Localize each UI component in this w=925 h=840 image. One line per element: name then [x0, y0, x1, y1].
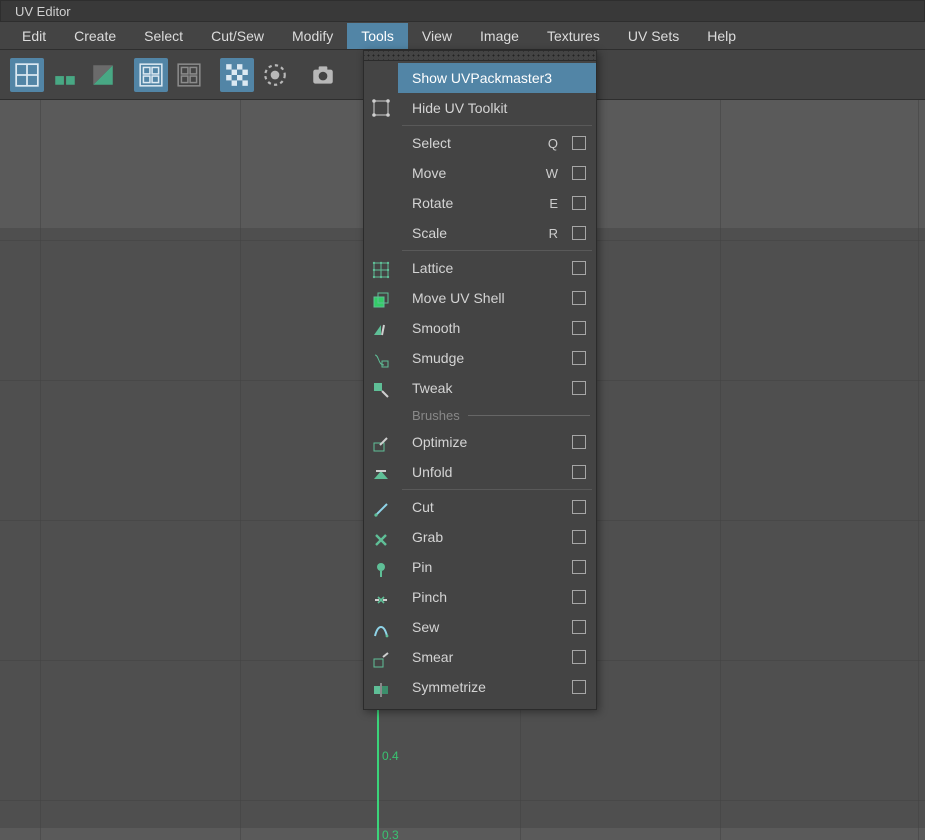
menu-tool-pin[interactable]: Pin — [398, 552, 596, 582]
option-box[interactable] — [572, 381, 586, 395]
menu-separator — [402, 250, 592, 251]
smear-icon — [364, 645, 398, 675]
menu-cutsew[interactable]: Cut/Sew — [197, 23, 278, 49]
menu-view[interactable]: View — [408, 23, 466, 49]
menu-image[interactable]: Image — [466, 23, 533, 49]
menu-tool-pinch[interactable]: Pinch — [398, 582, 596, 612]
menu-show-uvpackmaster[interactable]: Show UVPackmaster3 — [398, 63, 596, 93]
menu-separator — [402, 489, 592, 490]
option-box[interactable] — [572, 620, 586, 634]
option-box[interactable] — [572, 435, 586, 449]
menu-modify[interactable]: Modify — [278, 23, 347, 49]
menu-hide-uv-toolkit[interactable]: Hide UV Toolkit — [398, 93, 596, 123]
shortcut-label: Q — [548, 136, 558, 151]
symmetrize-icon — [364, 675, 398, 705]
tb-uv-checker-icon[interactable] — [220, 58, 254, 92]
option-box[interactable] — [572, 530, 586, 544]
tb-uv-grid-3-icon[interactable] — [86, 58, 120, 92]
option-box[interactable] — [572, 351, 586, 365]
tweak-icon — [364, 375, 398, 405]
tb-uv-grid-2-icon[interactable] — [48, 58, 82, 92]
menubar: Edit Create Select Cut/Sew Modify Tools … — [0, 22, 925, 50]
option-box[interactable] — [572, 321, 586, 335]
option-box[interactable] — [572, 196, 586, 210]
uv-axis-label: 0.3 — [382, 828, 399, 840]
menu-create[interactable]: Create — [60, 23, 130, 49]
lattice-icon — [364, 255, 398, 285]
menu-select[interactable]: Select — [130, 23, 197, 49]
tb-uv-tile-toggle-icon[interactable] — [134, 58, 168, 92]
sew-icon — [364, 615, 398, 645]
lattice-small-icon — [364, 93, 398, 123]
option-box[interactable] — [572, 261, 586, 275]
menu-tool-move[interactable]: Move W — [398, 158, 596, 188]
menu-tool-lattice[interactable]: Lattice — [398, 253, 596, 283]
option-box[interactable] — [572, 680, 586, 694]
window-titlebar: UV Editor — [0, 0, 925, 22]
smudge-icon — [364, 345, 398, 375]
menu-edit[interactable]: Edit — [8, 23, 60, 49]
move-shell-icon — [364, 285, 398, 315]
tb-uv-tile-off-icon[interactable] — [172, 58, 206, 92]
menu-tool-tweak[interactable]: Tweak — [398, 373, 596, 403]
tb-isolate-select-icon[interactable] — [258, 58, 292, 92]
option-box[interactable] — [572, 226, 586, 240]
menu-tool-select[interactable]: Select Q — [398, 128, 596, 158]
dropdown-icon-column — [364, 63, 398, 705]
shortcut-label: W — [546, 166, 558, 181]
grab-icon — [364, 525, 398, 555]
menu-help[interactable]: Help — [693, 23, 750, 49]
option-box[interactable] — [572, 500, 586, 514]
menu-separator — [402, 125, 592, 126]
smooth-icon — [364, 315, 398, 345]
optimize-icon — [364, 429, 398, 459]
option-box[interactable] — [572, 650, 586, 664]
menu-tool-symmetrize[interactable]: Symmetrize — [398, 672, 596, 702]
tb-snapshot-icon[interactable] — [306, 58, 340, 92]
menu-tools[interactable]: Tools — [347, 23, 408, 49]
pin-icon — [364, 555, 398, 585]
menu-tool-cut[interactable]: Cut — [398, 492, 596, 522]
uv-axis-label: 0.4 — [382, 749, 399, 763]
window-title: UV Editor — [15, 4, 71, 19]
menu-tool-smear[interactable]: Smear — [398, 642, 596, 672]
dropdown-tear-off-handle[interactable] — [364, 51, 596, 61]
option-box[interactable] — [572, 136, 586, 150]
menu-tool-sew[interactable]: Sew — [398, 612, 596, 642]
option-box[interactable] — [572, 465, 586, 479]
tools-dropdown: Show UVPackmaster3 Hide UV Toolkit Selec… — [363, 50, 597, 710]
menu-uvsets[interactable]: UV Sets — [614, 23, 693, 49]
menu-tool-rotate[interactable]: Rotate E — [398, 188, 596, 218]
menu-section-brushes: Brushes — [398, 403, 596, 427]
cut-icon — [364, 495, 398, 525]
shortcut-label: E — [549, 196, 558, 211]
menu-tool-smooth[interactable]: Smooth — [398, 313, 596, 343]
option-box[interactable] — [572, 291, 586, 305]
menu-tool-unfold[interactable]: Unfold — [398, 457, 596, 487]
tb-uv-grid-1-icon[interactable] — [10, 58, 44, 92]
menu-tool-move-uv-shell[interactable]: Move UV Shell — [398, 283, 596, 313]
pinch-icon — [364, 585, 398, 615]
menu-tool-grab[interactable]: Grab — [398, 522, 596, 552]
option-box[interactable] — [572, 166, 586, 180]
option-box[interactable] — [572, 590, 586, 604]
menu-tool-optimize[interactable]: Optimize — [398, 427, 596, 457]
menu-tool-scale[interactable]: Scale R — [398, 218, 596, 248]
option-box[interactable] — [572, 560, 586, 574]
menu-textures[interactable]: Textures — [533, 23, 614, 49]
menu-tool-smudge[interactable]: Smudge — [398, 343, 596, 373]
unfold-icon — [364, 459, 398, 489]
shortcut-label: R — [549, 226, 558, 241]
